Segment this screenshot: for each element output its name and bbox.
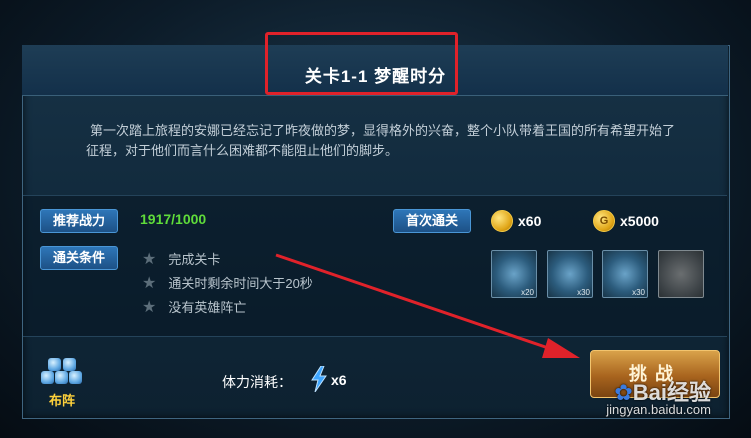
stage-description: 第一次踏上旅程的安娜已经忘记了昨夜做的梦，显得格外的兴奋，整个小队带着王国的所有… bbox=[86, 123, 676, 158]
reward-count: x5000 bbox=[620, 213, 659, 229]
star-icon: ★ bbox=[142, 299, 157, 316]
star-icon: ★ bbox=[142, 275, 157, 292]
stamina-cost-value: x6 bbox=[331, 372, 347, 388]
title-highlight-box bbox=[265, 32, 458, 95]
stamina-cost-label: 体力消耗： bbox=[222, 374, 292, 390]
lightning-icon bbox=[311, 366, 327, 392]
reward-item-slot[interactable]: x30 bbox=[547, 250, 593, 298]
reward-item-slot[interactable]: x20 bbox=[491, 250, 537, 298]
formation-icon bbox=[38, 356, 86, 390]
reward-item-slot-empty[interactable] bbox=[658, 250, 704, 298]
watermark-url: jingyan.baidu.com bbox=[606, 402, 711, 417]
reward-count: x60 bbox=[518, 213, 542, 229]
condition-item: ★ 没有英雄阵亡 bbox=[142, 299, 247, 316]
gold-coin-icon: G bbox=[593, 210, 615, 232]
condition-item: ★ 通关时剩余时间大于20秒 bbox=[142, 275, 313, 292]
recommended-power-label: 推荐战力 bbox=[40, 209, 119, 233]
formation-button[interactable]: 布阵 bbox=[38, 356, 86, 408]
clear-conditions-label: 通关条件 bbox=[40, 246, 119, 270]
star-icon: ★ bbox=[142, 251, 157, 268]
first-clear-label: 首次通关 bbox=[393, 209, 472, 233]
condition-item: ★ 完成关卡 bbox=[142, 251, 221, 268]
diamond-coin-icon bbox=[491, 210, 513, 232]
recommended-power-value: 1917/1000 bbox=[140, 211, 207, 227]
reward-item-slot[interactable]: x30 bbox=[602, 250, 648, 298]
formation-label: 布阵 bbox=[48, 393, 75, 408]
